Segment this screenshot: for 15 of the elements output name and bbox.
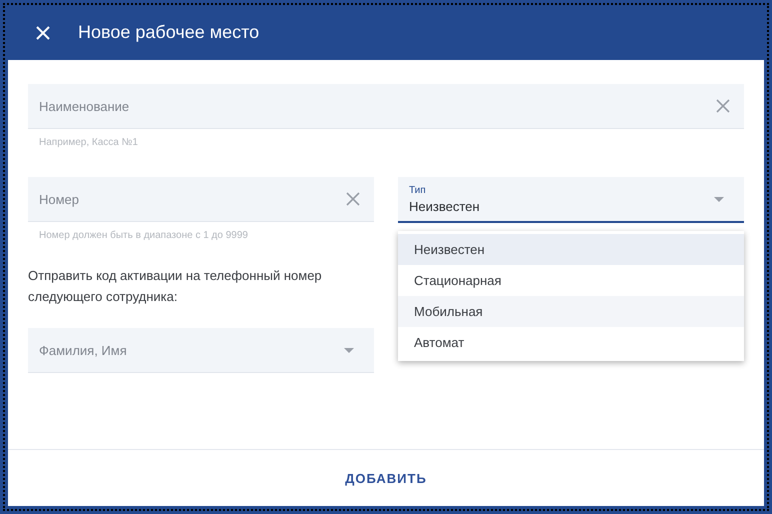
menu-item[interactable]: Мобильная xyxy=(398,296,744,327)
caret-icon xyxy=(714,196,724,202)
menu-item[interactable]: Автомат xyxy=(398,327,744,358)
clear-icon[interactable] xyxy=(346,192,360,206)
dialog-title: Новое рабочее место xyxy=(78,22,260,43)
add-button[interactable]: ДОБАВИТЬ xyxy=(335,464,437,492)
clear-icon[interactable] xyxy=(716,99,730,113)
menu-item[interactable]: Стационарная xyxy=(398,265,744,296)
close-icon xyxy=(36,26,50,40)
menu-item[interactable]: Неизвестен xyxy=(398,234,744,265)
instruction-text: Отправить код активации на телефонный номер следующего сотрудника: xyxy=(28,267,323,306)
hint-text: Номер должен быть в диапазоне с 1 до 9999 xyxy=(38,229,249,243)
caret-icon xyxy=(344,348,354,352)
type-select[interactable]: Тип Неизвестен xyxy=(398,177,744,223)
hint-text: Например, Касса №1 xyxy=(38,136,139,150)
